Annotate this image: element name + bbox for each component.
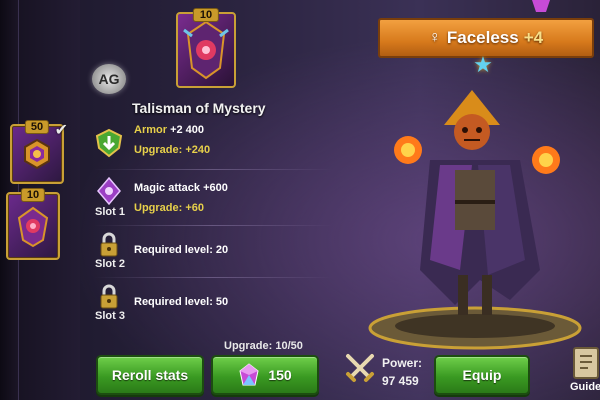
hero-figure [368,90,582,350]
shield-arrow-icon [94,128,124,158]
female-icon: ♀ [428,29,441,46]
slot-row-3: Slot 3 Required level: 50 [84,278,332,330]
slot-label: Slot 1 [95,206,125,218]
lock-icon [94,230,124,260]
lock-icon [94,282,124,312]
hero-name: Faceless [446,28,519,47]
left-item-column: 50 ✔ 10 [0,0,80,400]
upgrade-progress: Upgrade: 10/50 [224,340,303,352]
required-level-label: Required level: [134,244,216,256]
magic-attack-stat: Magic attack +600 [134,182,228,194]
slot-label: Slot 2 [95,258,125,270]
armor-value: +2 400 [167,124,205,136]
magic-crystal-icon [94,176,124,206]
power-value: 97 459 [382,374,419,388]
upgrade-label: Upgrade: [134,202,186,214]
magic-attack-upgrade: Upgrade: +60 [134,202,204,214]
level-badge: 10 [192,8,220,22]
armor-label: Armor [134,124,168,136]
corner-gem-icon [526,0,556,14]
magic-attack-label: Magic attack [134,182,201,194]
equip-button[interactable]: Equip [434,355,530,395]
upgrade-value: +60 [185,202,205,214]
slot-row-2: Slot 2 Required level: 20 [84,226,332,278]
equipped-check-icon: ✔ [54,122,68,139]
level-badge: 50 [24,120,50,134]
hero-bonus: +4 [523,28,544,47]
slot-label: Slot 3 [95,310,125,322]
talisman-icon [183,20,229,80]
reroll-stats-button[interactable]: Reroll stats [96,355,204,395]
crossed-swords-icon [346,354,374,382]
item-info-panel: 10 AG Talisman of Mystery Armor +2 400 U… [84,8,332,400]
required-level-text: Required level: 20 [134,244,228,256]
magic-attack-value: +600 [200,182,228,194]
armor-stat: Armor +2 400 [134,124,204,136]
left-item-card-2[interactable]: 10 [6,188,60,260]
stat-row-magic-attack: Slot 1 Magic attack +600 Upgrade: +60 [84,170,332,226]
required-level-label: Required level: [134,296,216,308]
left-item-card-1[interactable]: 50 ✔ [10,120,68,184]
upgrade-value: +240 [185,144,211,156]
ag-logo: AG [92,64,126,94]
required-level-value: 20 [215,244,229,256]
cost-value: 150 [268,367,292,383]
level-badge: 10 [20,188,46,202]
power-label: Power: [382,356,423,370]
item-title: Talisman of Mystery [132,100,266,116]
required-level-text: Required level: 50 [134,296,228,308]
upgrade-cost-button[interactable]: 150 [211,355,319,395]
selected-item-card[interactable]: 10 [176,8,236,88]
crystal-gem-icon [239,363,259,386]
required-level-value: 50 [215,296,229,308]
guide-label[interactable]: Guide [570,381,600,393]
amulet-icon [24,138,50,170]
upgrade-label: Upgrade: [134,144,186,156]
talisman-icon [17,206,49,248]
stat-row-armor: Armor +2 400 Upgrade: +240 [84,118,332,170]
armor-upgrade: Upgrade: +240 [134,144,210,156]
